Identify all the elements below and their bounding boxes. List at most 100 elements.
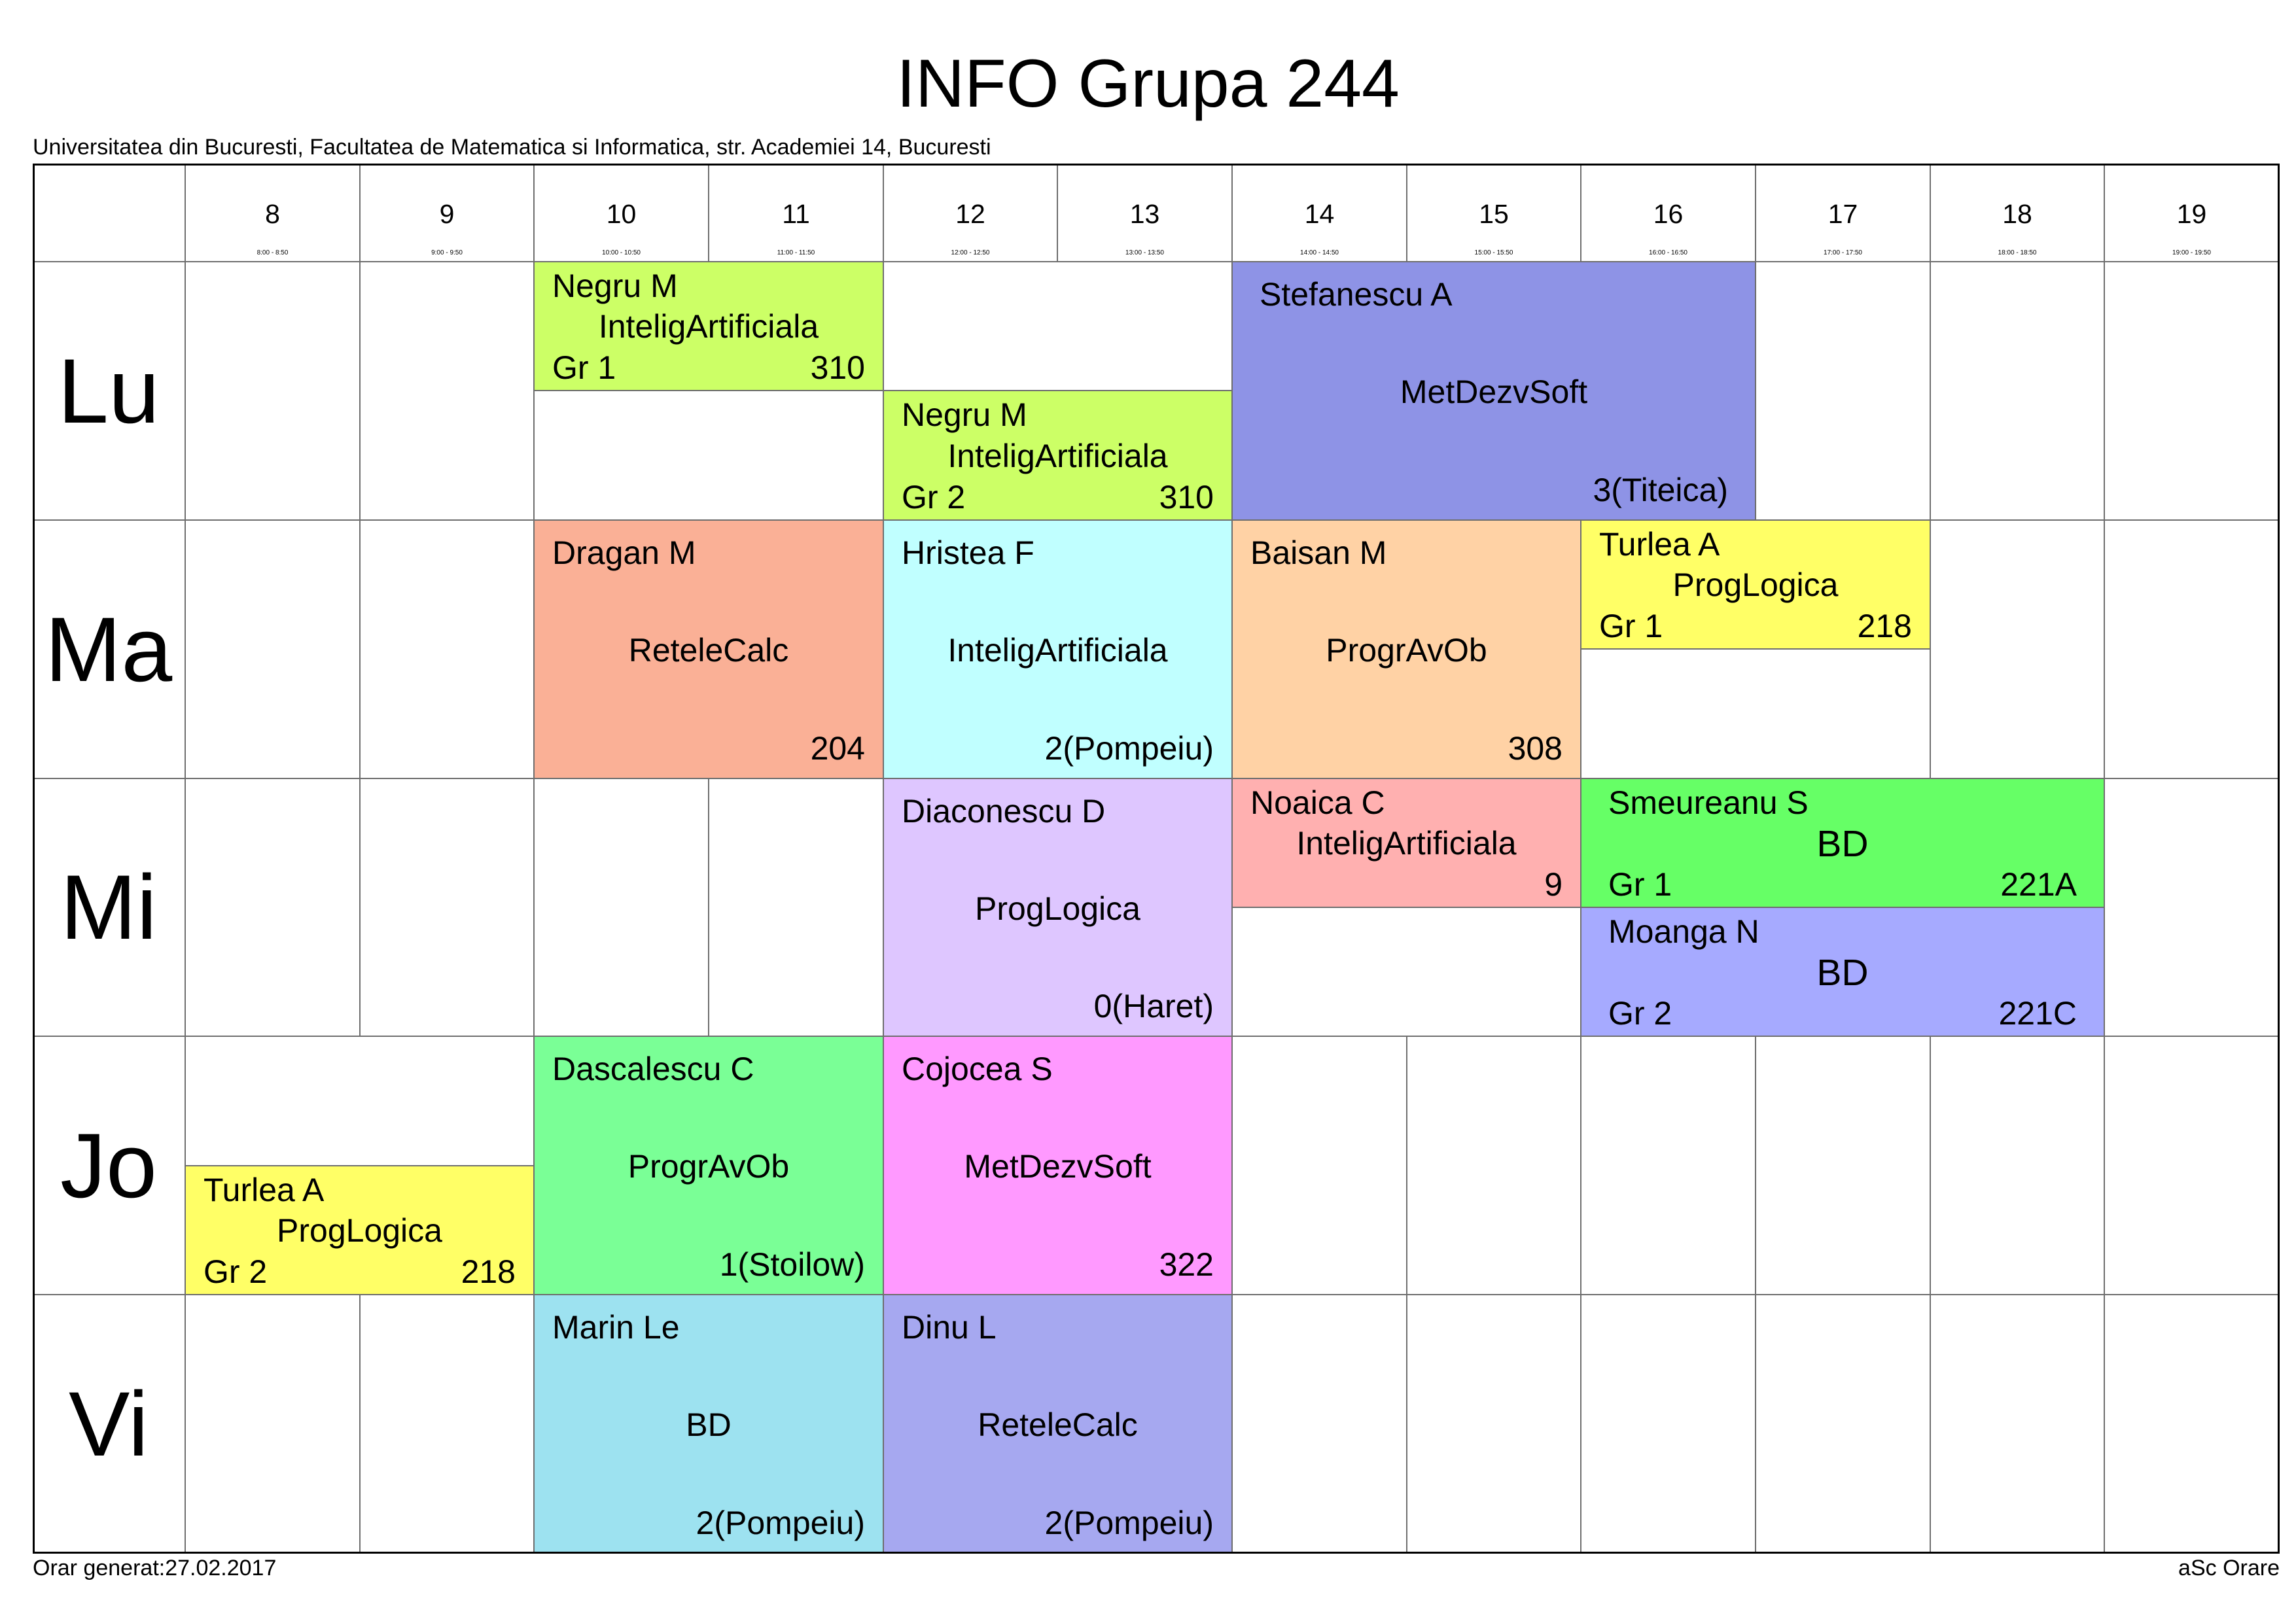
timetable-grid: 8 8:00 - 8:50 9 9:00 - 9:50 10 10:00 - 10:50 1… — [33, 164, 2280, 1554]
hour-header-14: 14 14:00 - 14:50 — [1233, 164, 1407, 262]
hour-label: 15 — [1479, 199, 1509, 229]
empty-slot — [186, 779, 361, 1037]
day-cell-lu: Lu — [33, 262, 186, 521]
teacher-name: Stefanescu A — [1260, 276, 1453, 313]
empty-slot — [1581, 1037, 1756, 1295]
hour-header-18: 18 18:00 - 18:50 — [1931, 164, 2105, 262]
hour-label: 13 — [1129, 199, 1160, 229]
teacher-name: Turlea A — [203, 1172, 325, 1208]
hour-label: 8 — [265, 199, 280, 229]
class-block: Cojocea S MetDezvSoft 322 — [884, 1037, 1233, 1295]
empty-slot — [2105, 1037, 2280, 1295]
teacher-name: Dinu L — [902, 1309, 997, 1346]
room-label: 218 — [1857, 607, 1912, 644]
subject-name: ProgrAvOb — [1326, 632, 1487, 669]
room-label: 1(Stoilow) — [719, 1246, 865, 1283]
teacher-name: Negru M — [902, 396, 1027, 433]
class-block: Dinu L ReteleCalc 2(Pompeiu) — [884, 1295, 1233, 1554]
hour-label: 12 — [955, 199, 985, 229]
empty-slot — [1581, 650, 1931, 779]
empty-slot — [1931, 521, 2105, 779]
teacher-name: Cojocea S — [902, 1051, 1053, 1087]
hour-time-range: 10:00 - 10:50 — [602, 249, 641, 256]
subject-name: ProgLogica — [277, 1212, 442, 1249]
room-label: 9 — [1544, 865, 1563, 903]
class-block: Dragan M ReteleCalc 204 — [535, 521, 884, 779]
subject-name: InteligArtificiala — [598, 308, 819, 345]
empty-slot — [361, 1295, 535, 1554]
room-label: 221C — [1998, 994, 2077, 1032]
subject-name: ProgLogica — [975, 890, 1140, 927]
hour-time-range: 14:00 - 14:50 — [1300, 249, 1339, 256]
empty-slot — [1581, 1295, 1756, 1554]
day-label: Lu — [58, 339, 160, 442]
room-label: 2(Pompeiu) — [696, 1504, 865, 1541]
subject-name: InteligArtificiala — [1296, 825, 1517, 862]
subject-name: MetDezvSoft — [964, 1148, 1152, 1185]
room-label: 204 — [810, 729, 865, 767]
generated-date: Orar generat:27.02.2017 — [33, 1556, 277, 1580]
room-label: 310 — [1159, 478, 1214, 515]
subject-name: ProgLogica — [1672, 567, 1839, 604]
empty-slot — [1407, 1037, 1581, 1295]
room-label: 308 — [1508, 729, 1563, 767]
teacher-name: Diaconescu D — [902, 793, 1106, 829]
block-footer: 322 — [902, 1246, 1214, 1284]
empty-slot — [186, 262, 361, 521]
group-label: Gr 1 — [1608, 865, 1672, 903]
block-footer: 9 — [1250, 866, 1563, 904]
page-title: INFO Grupa 244 — [896, 46, 1400, 122]
class-block: Negru M InteligArtificiala Gr 2 310 — [884, 391, 1233, 521]
empty-slot — [1931, 1295, 2105, 1554]
hour-label: 18 — [2002, 199, 2032, 229]
empty-slot — [1756, 262, 1931, 521]
subject-name: InteligArtificiala — [947, 632, 1168, 669]
empty-slot — [1756, 1037, 1931, 1295]
teacher-name: Noaica C — [1250, 784, 1385, 821]
subject-name: InteligArtificiala — [947, 437, 1168, 474]
block-footer: 2(Pompeiu) — [902, 1505, 1214, 1543]
empty-slot — [1931, 262, 2105, 521]
empty-slot — [1233, 908, 1581, 1037]
room-label: 3(Titeica) — [1593, 471, 1728, 508]
hour-header-11: 11 11:00 - 11:50 — [709, 164, 884, 262]
block-footer: 2(Pompeiu) — [552, 1505, 865, 1543]
empty-slot — [361, 262, 535, 521]
hour-time-range: 11:00 - 11:50 — [777, 249, 815, 256]
class-block: Hristea F InteligArtificiala 2(Pompeiu) — [884, 521, 1233, 779]
room-label: 221A — [2000, 865, 2077, 903]
hour-header-19: 19 19:00 - 19:50 — [2105, 164, 2280, 262]
block-footer: Gr 2 218 — [203, 1253, 516, 1291]
class-block: Negru M InteligArtificiala Gr 1 310 — [535, 262, 884, 391]
block-footer: Gr 1 218 — [1599, 608, 1912, 646]
room-label: 218 — [461, 1253, 516, 1290]
empty-slot — [2105, 779, 2280, 1037]
hour-header-16: 16 16:00 - 16:50 — [1581, 164, 1756, 262]
empty-slot — [1407, 1295, 1581, 1554]
group-label: Gr 2 — [902, 478, 966, 515]
empty-slot — [1233, 1037, 1407, 1295]
software-credit: aSc Orare — [2178, 1556, 2280, 1580]
teacher-name: Turlea A — [1599, 526, 1720, 563]
hour-time-range: 16:00 - 16:50 — [1649, 249, 1687, 256]
class-block: Marin Le BD 2(Pompeiu) — [535, 1295, 884, 1554]
hour-time-range: 15:00 - 15:50 — [1474, 249, 1513, 256]
empty-slot — [1931, 1037, 2105, 1295]
subject-name: ReteleCalc — [628, 632, 789, 669]
teacher-name: Baisan M — [1250, 534, 1387, 571]
group-label: Gr 2 — [1608, 994, 1672, 1032]
subject-name: MetDezvSoft — [1400, 374, 1588, 411]
block-footer: Gr 2 221C — [1608, 995, 2077, 1033]
empty-slot — [709, 779, 884, 1037]
teacher-name: Smeureanu S — [1608, 784, 1809, 821]
group-label: Gr 1 — [552, 349, 616, 386]
empty-slot — [186, 521, 361, 779]
empty-slot — [884, 262, 1233, 391]
room-label: 310 — [810, 349, 865, 386]
block-footer: 1(Stoilow) — [552, 1246, 865, 1284]
teacher-name: Dragan M — [552, 534, 696, 571]
hour-header-17: 17 17:00 - 17:50 — [1756, 164, 1931, 262]
block-footer: 2(Pompeiu) — [902, 730, 1214, 768]
teacher-name: Hristea F — [902, 534, 1034, 571]
hour-time-range: 13:00 - 13:50 — [1125, 249, 1164, 256]
